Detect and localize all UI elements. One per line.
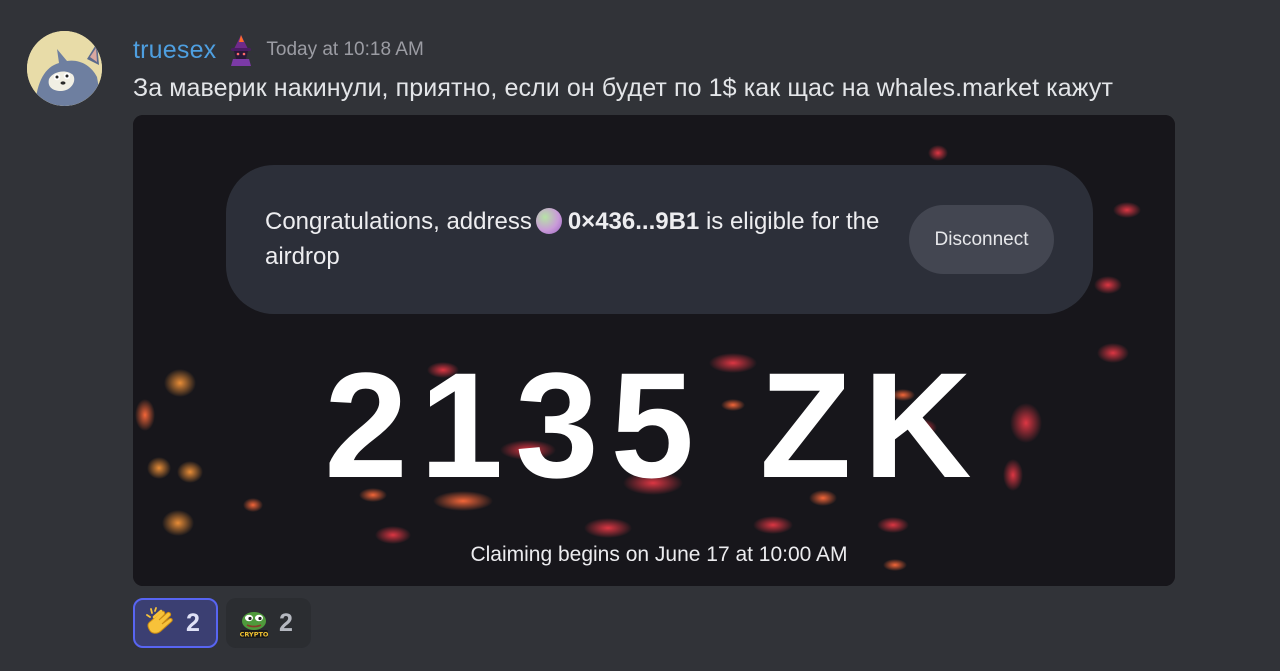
eligibility-card: Congratulations, address 0×436...9B1 is e…: [226, 165, 1093, 314]
message-timestamp[interactable]: Today at 10:18 AM: [266, 39, 423, 61]
chat-message: truesex Today at 10:18 AM За маверик нак…: [0, 0, 1280, 671]
reaction-count: 2: [186, 608, 200, 637]
eligibility-message: Congratulations, address 0×436...9B1 is e…: [265, 204, 885, 274]
message-text: За маверик накинули, приятно, если он бу…: [133, 74, 1114, 102]
user-avatar[interactable]: [27, 31, 102, 106]
wallet-avatar-icon: [535, 208, 562, 234]
reaction-clap[interactable]: 2: [133, 598, 218, 648]
airdrop-amount: 2135 ZK: [324, 341, 984, 509]
svg-text:CRYPTO: CRYPTO: [240, 631, 269, 639]
reaction-pepe-crypto[interactable]: CRYPTO 2: [226, 598, 311, 648]
disconnect-button: Disconnect: [909, 205, 1054, 274]
congrats-prefix: Congratulations, address: [265, 208, 532, 235]
reaction-count: 2: [279, 608, 293, 637]
tom-cat-avatar-icon: [27, 31, 102, 106]
message-header: truesex Today at 10:18 AM: [133, 32, 424, 68]
wizard-icon[interactable]: [224, 33, 258, 67]
claim-date-note: Claiming begins on June 17 at 10:00 AM: [470, 543, 848, 566]
username[interactable]: truesex: [133, 36, 216, 65]
clapping-hands-icon: [145, 607, 177, 639]
wallet-address: 0×436...9B1: [567, 208, 700, 235]
pepe-crypto-icon: CRYPTO: [238, 607, 270, 639]
reactions-bar: 2 CRYPTO 2: [133, 598, 311, 648]
image-attachment[interactable]: Congratulations, address 0×436...9B1 is e…: [133, 115, 1175, 586]
